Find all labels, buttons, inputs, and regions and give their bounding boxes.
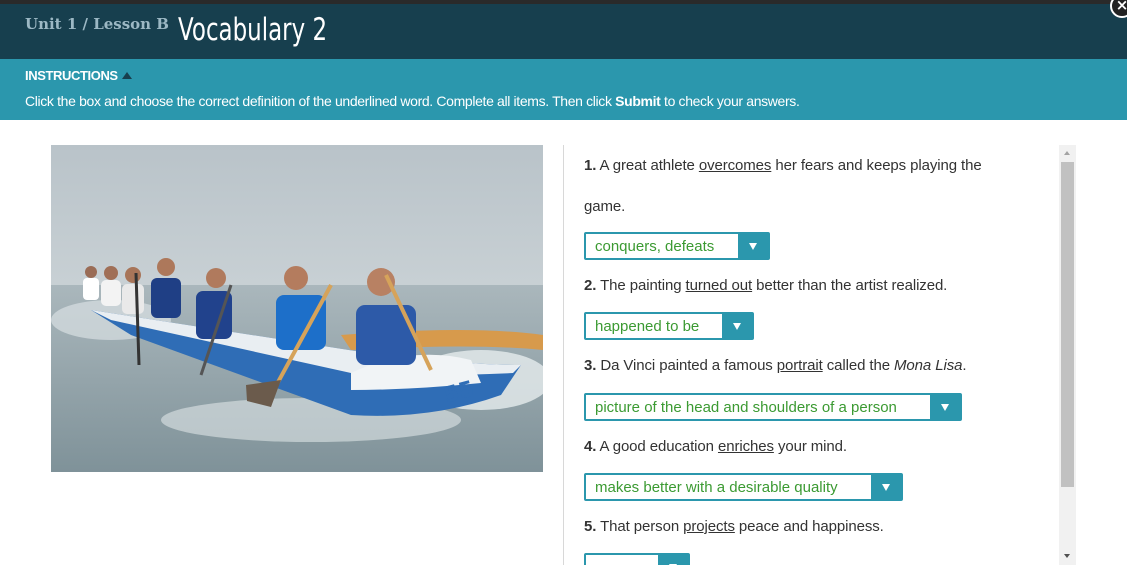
panel-divider <box>563 145 564 565</box>
activity-window: Unit 1 / Lesson B Vocabulary 2 × INSTRUC… <box>0 0 1127 585</box>
page-title: Vocabulary 2 <box>178 12 328 48</box>
dropdown-selected-value: happened to be <box>595 317 700 335</box>
dropdown-selected-value: conquers, defeats <box>595 237 715 255</box>
chevron-down-icon <box>722 314 752 338</box>
question-text: peace and happiness. <box>734 518 884 535</box>
question-text: A good education <box>596 438 718 455</box>
questions-scrollbar[interactable] <box>1059 145 1076 565</box>
question-number: 5. <box>584 518 597 535</box>
underlined-word: overcomes <box>698 157 772 174</box>
question-4: 4. A good education enriches your mind. <box>584 438 847 455</box>
scroll-up-button[interactable] <box>1059 145 1076 161</box>
instructions-toggle-label: INSTRUCTIONS <box>25 68 118 83</box>
question-text: . <box>962 357 967 374</box>
instructions-text-before: Click the box and choose the correct def… <box>25 93 616 109</box>
question-text: A great athlete <box>596 157 699 174</box>
question-number: 4. <box>584 438 597 455</box>
question-1: 1. A great athlete overcomes her fears a… <box>584 157 982 174</box>
unit-lesson-label: Unit 1 / Lesson B <box>25 15 169 33</box>
chevron-down-icon <box>738 234 768 258</box>
question-text: That person <box>596 518 684 535</box>
underlined-word: enriches <box>717 438 774 455</box>
answer-dropdown-4[interactable]: makes better with a desirable quality <box>584 473 903 501</box>
instructions-text: Click the box and choose the correct def… <box>25 93 800 109</box>
questions-panel: 1. A great athlete overcomes her fears a… <box>584 145 1054 565</box>
scroll-thumb[interactable] <box>1061 162 1074 487</box>
question-text: your mind. <box>773 438 847 455</box>
answer-dropdown-2[interactable]: happened to be <box>584 312 754 340</box>
question-text: Da Vinci painted a famous <box>596 357 777 374</box>
question-text: The painting <box>596 277 686 294</box>
question-number: 1. <box>584 157 597 174</box>
chevron-down-icon <box>871 475 901 499</box>
close-icon: × <box>1115 0 1127 14</box>
triangle-up-icon <box>1064 151 1070 155</box>
question-2: 2. The painting turned out better than t… <box>584 277 947 294</box>
dropdown-selected-value: picture of the head and shoulders of a p… <box>595 398 897 416</box>
activity-header: Unit 1 / Lesson B Vocabulary 2 <box>0 0 1127 59</box>
instructions-panel: INSTRUCTIONS Click the box and choose th… <box>0 59 1127 120</box>
question-text: better than the artist realized. <box>752 277 948 294</box>
question-5: 5. That person projects peace and happin… <box>584 518 884 535</box>
dropdown-selected-value: makes better with a desirable quality <box>595 478 838 496</box>
answer-dropdown-5[interactable] <box>584 553 690 565</box>
answer-dropdown-1[interactable]: conquers, defeats <box>584 232 770 260</box>
triangle-down-icon <box>1064 554 1070 558</box>
question-3: 3. Da Vinci painted a famous portrait ca… <box>584 357 967 374</box>
question-text: her fears and keeps playing the <box>771 157 982 174</box>
question-1-continuation: game. <box>584 198 626 215</box>
answer-dropdown-3[interactable]: picture of the head and shoulders of a p… <box>584 393 962 421</box>
underlined-word: turned out <box>685 277 753 294</box>
underlined-word: portrait <box>776 357 823 374</box>
question-text: called the <box>822 357 895 374</box>
chevron-down-icon <box>658 555 688 565</box>
instructions-toggle[interactable]: INSTRUCTIONS <box>25 68 132 83</box>
instructions-text-after: to check your answers. <box>660 93 800 109</box>
instructions-submit-word: Submit <box>615 93 661 109</box>
question-number: 2. <box>584 277 597 294</box>
triangle-up-icon <box>121 72 132 79</box>
question-number: 3. <box>584 357 597 374</box>
chevron-down-icon <box>930 395 960 419</box>
rowing-photo: 55 <box>51 145 543 472</box>
underlined-word: projects <box>683 518 735 535</box>
italic-title: Mona Lisa <box>894 357 963 374</box>
scroll-down-button[interactable] <box>1059 549 1076 565</box>
